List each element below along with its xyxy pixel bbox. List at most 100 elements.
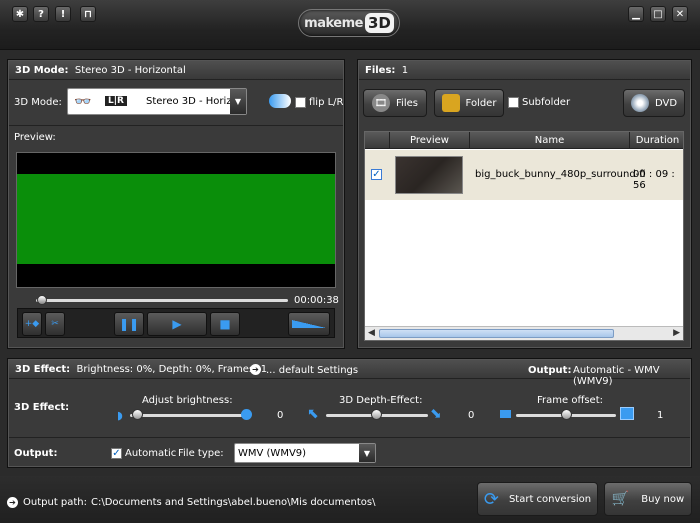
info-icon[interactable]: ! [55,6,71,22]
arrow-right-icon[interactable]: ➔ [7,497,18,508]
automatic-label: Automatic [125,448,177,459]
row-checkbox[interactable]: ✓ [371,169,382,180]
file-duration: 00 : 09 : 56 [633,169,675,191]
disc-icon [630,94,649,112]
glasses-icon: 👓 [74,94,92,110]
depth-out-icon: ⬉ [307,406,319,422]
subfolder-checkbox[interactable] [508,97,519,108]
frame-value: 1 [657,410,664,421]
lock-icon[interactable]: ⊓ [80,6,96,22]
minimize-button[interactable]: ▁ [628,6,644,22]
brightness-low-icon: ◗ [117,409,123,422]
seek-track[interactable] [36,299,288,302]
mode-select[interactable]: 👓 L|R Stereo 3D - Horizor ▼ [67,88,247,115]
gear-icon[interactable]: ✱ [12,6,28,22]
add-files-button[interactable]: 🎞 Files [363,89,427,117]
player-controls: +◆ ✂ ❚❚ ▶ ■ [17,308,335,338]
play-button[interactable]: ▶ [147,312,207,336]
files-panel-header: Files: 1 [359,61,690,80]
preview-label: Preview: [14,132,56,143]
frame-multi-icon [620,407,634,420]
files-header-value: 1 [401,65,409,76]
start-conversion-label: Start conversion [508,493,592,505]
filetype-select[interactable]: WMV (WMV9) ▼ [234,443,376,463]
dvd-button[interactable]: DVD [623,89,685,117]
col-name[interactable]: Name [469,132,629,149]
dvd-button-label: DVD [654,97,678,109]
flip-label: flip L/R [309,97,344,108]
chevron-down-icon[interactable]: ▼ [359,444,375,462]
files-button-label: Files [396,97,418,109]
video-thumbnail [395,156,463,194]
add-marker-button[interactable]: +◆ [22,312,42,336]
output-path-value[interactable]: C:\Documents and Settings\abel.bueno\Mis… [91,497,376,508]
volume-icon [292,320,326,328]
chevron-down-icon[interactable]: ▼ [230,89,246,114]
folder-icon [441,94,460,112]
mode-panel-header: 3D Mode: Stereo 3D - Horizontal [9,61,343,80]
mode-row-label: 3D Mode: [14,97,62,108]
logo-3d-text: 3D [364,13,394,33]
cut-button[interactable]: ✂ [45,312,65,336]
default-settings-link[interactable]: ... default Settings [266,365,358,376]
scroll-right-icon[interactable]: ▶ [673,328,680,338]
help-icon[interactable]: ? [33,6,49,22]
start-conversion-button[interactable]: ⟳ Start conversion [477,482,598,516]
mode-header-label: 3D Mode: [15,65,69,76]
file-list: Preview Name Duration ✓ big_buck_bunny_4… [364,131,684,341]
flip-icon [269,94,291,108]
pause-button[interactable]: ❚❚ [114,312,144,336]
effect-output-value: Automatic - WMV (WMV9) [573,365,660,387]
scroll-left-icon[interactable]: ◀ [368,328,375,338]
horizontal-scrollbar[interactable]: ◀ ▶ [365,326,683,340]
lr-badge: L|R [105,96,127,106]
frame-slider-thumb[interactable] [561,409,572,420]
film-icon: 🎞 [372,94,391,112]
file-list-header: Preview Name Duration [365,132,683,149]
divider [9,437,690,438]
scroll-thumb[interactable] [379,329,614,338]
frame-label: Frame offset: [537,395,603,406]
filetype-value: WMV (WMV9) [238,448,307,459]
effect-header-label: 3D Effect: [15,364,71,375]
app-logo: makeme 3D [298,9,400,37]
output-path-label: Output path: [23,497,88,508]
effect-row-label: 3D Effect: [14,402,70,413]
depth-in-icon: ⬊ [430,406,442,422]
folder-button-label: Folder [465,97,497,109]
flip-checkbox[interactable] [295,97,306,108]
title-bar: ✱ ? ! ⊓ makeme 3D ▁ □ ✕ [0,0,700,50]
logo-make-text: makeme [304,15,363,31]
video-frame [17,174,335,264]
close-button[interactable]: ✕ [672,6,688,22]
brightness-slider-track[interactable] [130,414,242,417]
frame-single-icon [500,410,511,418]
brightness-value: 0 [277,410,284,421]
brightness-slider-thumb[interactable] [132,409,143,420]
depth-label: 3D Depth-Effect: [339,395,423,406]
automatic-checkbox[interactable]: ✓ [111,448,122,459]
divider [9,125,343,126]
maximize-button[interactable]: □ [650,6,666,22]
seek-thumb[interactable] [37,295,47,305]
add-folder-button[interactable]: Folder [434,89,504,117]
mode-header-value: Stereo 3D - Horizontal [74,65,186,76]
file-name: big_buck_bunny_480p_surround-fi [475,169,646,180]
arrow-right-icon[interactable]: ➔ [250,364,261,375]
buy-now-button[interactable]: 🛒 Buy now [604,482,692,516]
output-row-label: Output: [14,448,58,459]
mode-select-value: Stereo 3D - Horizor [146,96,242,107]
brightness-high-icon [241,409,252,420]
subfolder-label: Subfolder [522,97,571,108]
brightness-label: Adjust brightness: [142,395,233,406]
table-row[interactable]: ✓ big_buck_bunny_480p_surround-fi 00 : 0… [365,150,683,200]
col-preview[interactable]: Preview [389,132,469,149]
files-header-label: Files: [365,65,396,76]
video-preview [16,152,336,288]
col-duration[interactable]: Duration [629,132,685,149]
convert-icon: ⟳ [483,488,499,510]
stop-button[interactable]: ■ [210,312,240,336]
time-readout: 00:00:38 [294,295,339,306]
depth-slider-thumb[interactable] [371,409,382,420]
volume-button[interactable] [288,312,330,336]
